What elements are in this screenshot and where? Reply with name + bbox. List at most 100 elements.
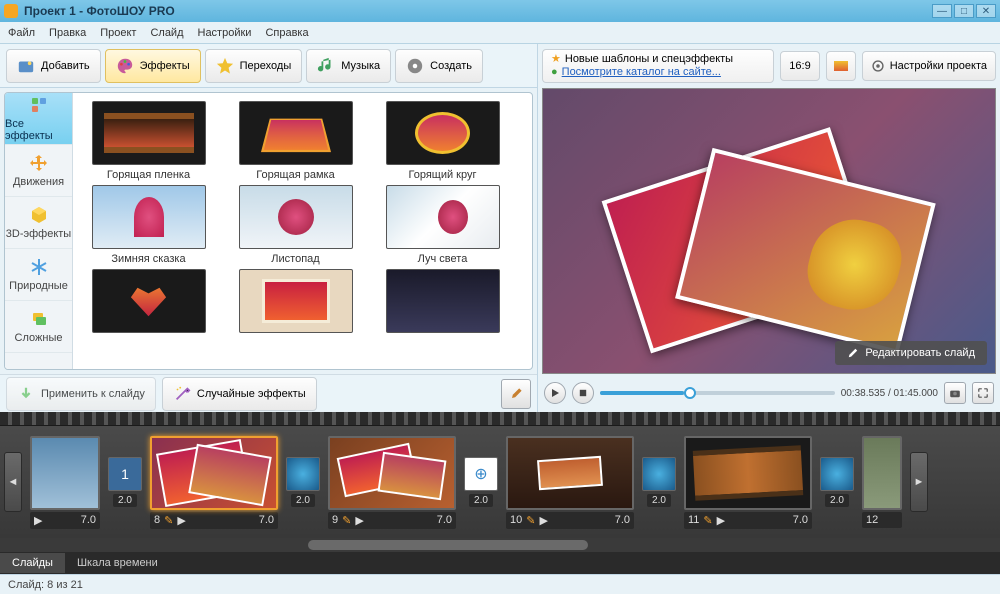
star-icon (216, 57, 234, 75)
timeline: ◄ ▶7.0 12.0 8✎▶7.0 2.0 9✎▶7.0 ⊕2.0 10✎▶7… (0, 412, 1000, 574)
effects-browser: Все эффекты Движения 3D-эффекты Природны… (4, 92, 533, 370)
menu-file[interactable]: Файл (8, 27, 35, 39)
info-link[interactable]: Посмотрите каталог на сайте... (562, 66, 721, 79)
slide-number: 10 (510, 514, 522, 526)
effect-item[interactable]: Зимняя сказка (81, 185, 216, 265)
effects-grid[interactable]: Горящая пленка Горящая рамка Горящий кру… (73, 93, 532, 369)
effect-item[interactable] (81, 269, 216, 337)
effect-item[interactable] (375, 269, 510, 337)
tab-slides[interactable]: Слайды (0, 553, 65, 573)
menu-project[interactable]: Проект (100, 27, 136, 39)
cat-3d[interactable]: 3D-эффекты (5, 197, 72, 249)
effects-button[interactable]: Эффекты (105, 49, 201, 83)
transitions-label: Переходы (240, 60, 292, 72)
slide-play-icon: ▶ (177, 514, 185, 527)
color-button[interactable] (826, 51, 856, 81)
random-label: Случайные эффекты (197, 388, 306, 400)
puzzle-icon (29, 95, 49, 115)
timeline-prev[interactable]: ◄ (4, 452, 22, 512)
aspect-label: 16:9 (789, 60, 810, 72)
random-button[interactable]: Случайные эффекты (162, 377, 317, 411)
effect-item[interactable]: Горящая пленка (81, 101, 216, 181)
effect-item[interactable]: Луч света (375, 185, 510, 265)
timeline-tabs: Слайды Шкала времени (0, 552, 1000, 574)
create-button[interactable]: Создать (395, 49, 483, 83)
cat-complex-label: Сложные (15, 332, 63, 344)
menu-edit[interactable]: Правка (49, 27, 86, 39)
cat-all-label: Все эффекты (5, 118, 72, 142)
slide-play-icon: ▶ (355, 514, 363, 527)
timeline-slide[interactable]: 10✎▶7.0 (506, 436, 634, 529)
menu-help[interactable]: Справка (265, 27, 308, 39)
timeline-slide[interactable]: 11✎▶7.0 (684, 436, 812, 529)
apply-button[interactable]: Применить к слайду (6, 377, 156, 411)
seek-bar[interactable] (600, 391, 835, 395)
slide-play-icon: ▶ (539, 514, 547, 527)
music-button[interactable]: Музыка (306, 49, 391, 83)
category-tabs: Все эффекты Движения 3D-эффекты Природны… (5, 93, 73, 369)
timeline-track[interactable]: ◄ ▶7.0 12.0 8✎▶7.0 2.0 9✎▶7.0 ⊕2.0 10✎▶7… (0, 426, 1000, 538)
timeline-transition[interactable]: 2.0 (820, 457, 854, 507)
cat-all[interactable]: Все эффекты (5, 93, 72, 145)
brush-button[interactable] (501, 379, 531, 409)
menu-slide[interactable]: Слайд (150, 27, 183, 39)
aspect-button[interactable]: 16:9 (780, 51, 819, 81)
palette-icon (116, 57, 134, 75)
transition-duration: 2.0 (469, 494, 493, 507)
cat-motion[interactable]: Движения (5, 145, 72, 197)
timeline-scrollbar[interactable] (0, 538, 1000, 552)
maximize-button[interactable]: □ (954, 4, 974, 18)
brush-icon (508, 386, 524, 402)
stop-button[interactable] (572, 382, 594, 404)
minimize-button[interactable]: — (932, 4, 952, 18)
edit-slide-label: Редактировать слайд (865, 347, 975, 359)
playback-bar: 00:38.535 / 01:45.000 (542, 378, 996, 408)
effect-item[interactable]: Горящий круг (375, 101, 510, 181)
timeline-transition[interactable]: 12.0 (108, 457, 142, 507)
fullscreen-icon (977, 387, 989, 399)
effect-label: Листопад (271, 253, 319, 265)
slide-duration: 7.0 (793, 514, 808, 526)
timeline-next[interactable]: ► (910, 452, 928, 512)
menu-settings[interactable]: Настройки (198, 27, 252, 39)
snapshot-button[interactable] (944, 382, 966, 404)
timeline-transition[interactable]: 2.0 (642, 457, 676, 507)
cube-icon (29, 205, 49, 225)
slide-duration: 7.0 (615, 514, 630, 526)
effect-label: Зимняя сказка (111, 253, 185, 265)
slide-number: 9 (332, 514, 338, 526)
cat-nature[interactable]: Природные (5, 249, 72, 301)
arrow-down-icon (17, 385, 35, 403)
effects-label: Эффекты (140, 60, 190, 72)
timeline-transition[interactable]: 2.0 (286, 457, 320, 507)
transition-duration: 2.0 (113, 494, 137, 507)
timeline-slide[interactable]: 9✎▶7.0 (328, 436, 456, 529)
stop-icon (579, 389, 587, 397)
slide-duration: 7.0 (81, 514, 96, 526)
effect-label: Луч света (418, 253, 468, 265)
effect-item[interactable] (228, 269, 363, 337)
effect-label: Горящая пленка (107, 169, 190, 181)
close-button[interactable]: ✕ (976, 4, 996, 18)
project-settings-button[interactable]: Настройки проекта (862, 51, 996, 81)
timeline-transition[interactable]: ⊕2.0 (464, 457, 498, 507)
play-button[interactable] (544, 382, 566, 404)
transitions-button[interactable]: Переходы (205, 49, 303, 83)
tab-timescale[interactable]: Шкала времени (65, 553, 170, 573)
effect-item[interactable]: Горящая рамка (228, 101, 363, 181)
timeline-slide[interactable]: 12 (862, 436, 902, 528)
timeline-slide[interactable]: ▶ 7.0 (30, 436, 100, 529)
camera-icon (949, 387, 961, 399)
slide-play-icon: ▶ (34, 514, 42, 527)
add-photo-icon (17, 57, 35, 75)
edit-slide-button[interactable]: Редактировать слайд (835, 341, 987, 365)
info-box: ★Новые шаблоны и спецэффекты ●Посмотрите… (542, 49, 774, 83)
effect-item[interactable]: Листопад (228, 185, 363, 265)
fullscreen-button[interactable] (972, 382, 994, 404)
music-note-icon (317, 57, 335, 75)
cat-complex[interactable]: Сложные (5, 301, 72, 353)
cat-motion-label: Движения (13, 176, 64, 188)
settings-label: Настройки проекта (890, 60, 987, 72)
add-button[interactable]: Добавить (6, 49, 101, 83)
timeline-slide[interactable]: 8✎▶7.0 (150, 436, 278, 529)
